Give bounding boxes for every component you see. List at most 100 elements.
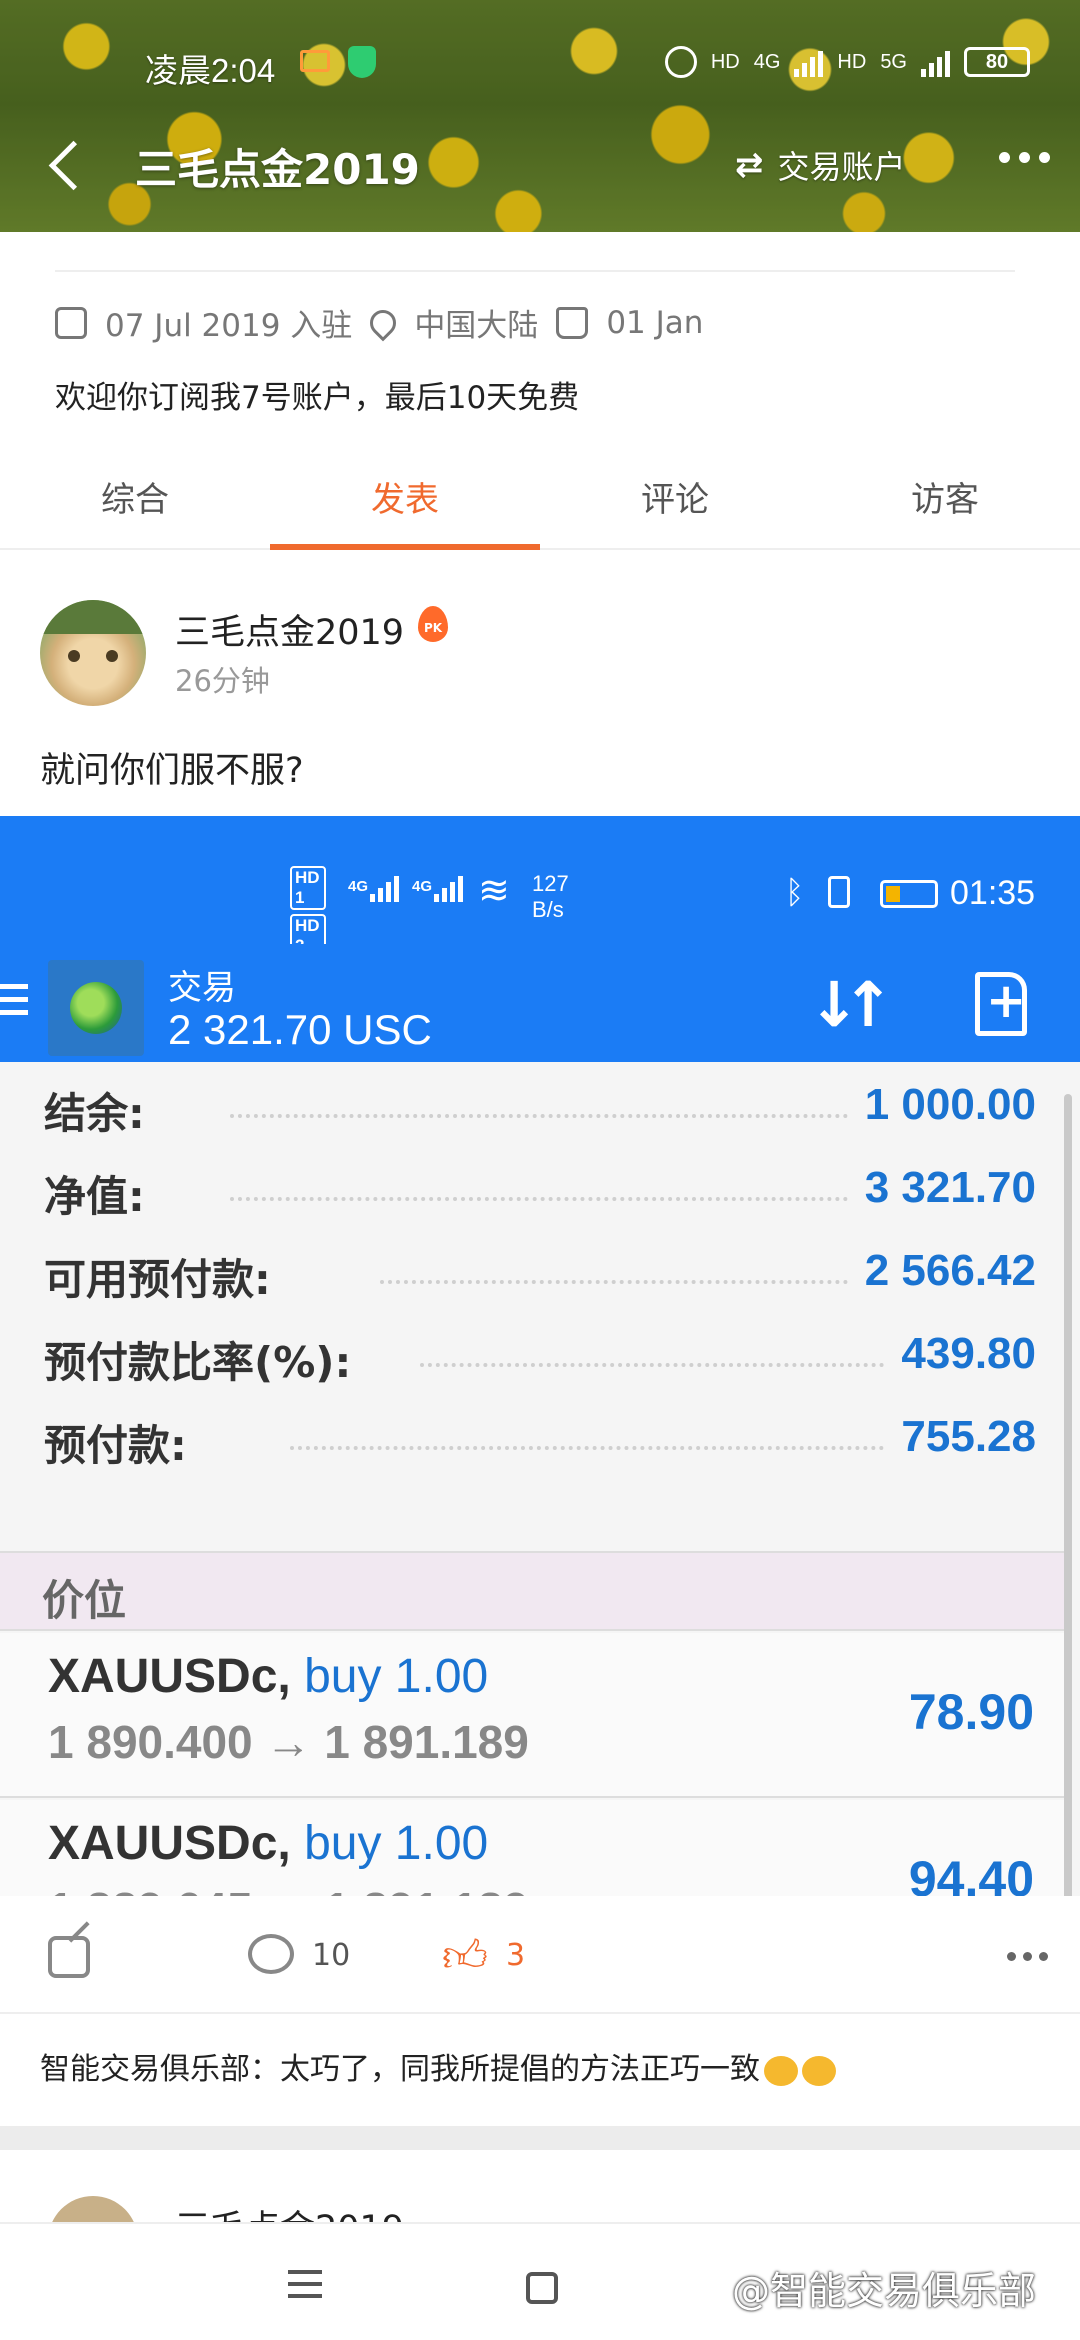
signal-icon	[370, 872, 399, 902]
network-label-hd2: HD	[837, 50, 867, 73]
avatar	[48, 2196, 138, 2222]
bluetooth-icon: ᛒ	[785, 874, 805, 910]
summary-value: 3 321.70	[850, 1163, 1036, 1213]
order-profit: 78.90	[908, 1684, 1034, 1740]
net2-label: 4G	[412, 878, 433, 895]
signal-icon-2	[434, 872, 463, 902]
switch-account-label: 交易账户	[777, 148, 906, 186]
signal-icon	[794, 47, 824, 77]
network-speed: 127 B/s	[532, 871, 569, 923]
shield-icon	[348, 46, 376, 78]
more-options-icon[interactable]	[1007, 1952, 1048, 1961]
speed-unit: B/s	[532, 897, 564, 922]
like-count[interactable]: 3	[506, 1938, 525, 1973]
handshake-emoji-icon	[764, 2055, 798, 2086]
section-header: 价位	[0, 1551, 1070, 1631]
order-symbol: XAUUSDc, buy 1.00	[48, 1816, 488, 1871]
dot-leader	[380, 1280, 880, 1284]
post-separator	[0, 2126, 1080, 2150]
profile-bio: 欢迎你订阅我7号账户，最后10天免费	[55, 380, 580, 416]
order-symbol: XAUUSDc, buy 1.00	[48, 1649, 488, 1704]
speed-value: 127	[532, 871, 569, 896]
tab-posts[interactable]: 发表	[270, 450, 540, 550]
tab-overview[interactable]: 综合	[0, 450, 270, 548]
comment-preview[interactable]: 智能交易俱乐部：太巧了，同我所提倡的方法正巧一致	[40, 2044, 836, 2088]
order-prices: 1 889.645 → 1 891.189	[48, 1882, 529, 1896]
network-label-hd: HD	[710, 50, 740, 73]
summary-row: 可用预付款: 2 566.42	[0, 1232, 1070, 1315]
symbol-name: XAUUSDc,	[48, 1817, 291, 1870]
next-post-preview[interactable]: 三毛点金2019	[40, 2196, 1040, 2222]
summary-value: 1 000.00	[850, 1080, 1036, 1130]
summary-value: 439.80	[887, 1329, 1036, 1379]
order-side: buy 1.00	[304, 1650, 489, 1703]
post-author: 三毛点金2019	[175, 2200, 404, 2222]
post-text: 就问你们服不服?	[40, 751, 304, 791]
watermark: @智能交易俱乐部	[732, 2269, 1037, 2313]
birthday: 01 Jan	[606, 304, 704, 341]
order-prices: 1 890.400 → 1 891.189	[48, 1716, 529, 1768]
section-title: 价位	[42, 1576, 127, 1625]
tab-comments[interactable]: 评论	[540, 450, 810, 548]
network-label-4g: 4G	[753, 50, 781, 73]
summary-value: 2 566.42	[850, 1246, 1036, 1296]
summary-label: 净值:	[44, 1163, 159, 1224]
share-icon[interactable]	[48, 1936, 90, 1978]
hd1-label: HD 1	[290, 866, 326, 910]
back-icon[interactable]	[44, 140, 84, 190]
dot-leader	[230, 1197, 880, 1201]
battery-icon: 80	[964, 47, 1030, 77]
tab-visitors[interactable]: 访客	[810, 450, 1080, 548]
dot-leader	[420, 1363, 900, 1367]
comment-count[interactable]: 10	[312, 1938, 350, 1973]
swap-icon: ⇄	[735, 145, 764, 185]
symbol-name: XAUUSDc,	[48, 1650, 291, 1703]
dot-leader	[230, 1114, 880, 1118]
like-icon[interactable]: 👍︎	[442, 1930, 488, 1983]
summary-row: 净值: 3 321.70	[0, 1149, 1070, 1232]
thumbs-up-emoji-icon	[802, 2055, 836, 2086]
dot-leader	[290, 1446, 900, 1450]
order-row: XAUUSDc, buy 1.00 1 889.645 → 1 891.189 …	[0, 1800, 1070, 1896]
post-author[interactable]: 三毛点金2019	[175, 604, 404, 655]
mt4-title: 交易	[168, 968, 236, 1008]
location-icon	[364, 304, 402, 341]
mail-icon	[300, 50, 330, 72]
status-time: 凌晨2:04	[145, 52, 276, 89]
post-actions: 10 👍︎ 3	[0, 1896, 1080, 2014]
summary-label: 可用预付款:	[44, 1246, 285, 1307]
account-summary: 结余: 1 000.00 净值: 3 321.70 可用预付款: 2 566.4…	[0, 1066, 1070, 1481]
post-time: 26分钟	[175, 664, 270, 698]
summary-value: 755.28	[887, 1412, 1036, 1462]
comment-icon[interactable]	[248, 1934, 294, 1974]
summary-row: 预付款比率(%): 439.80	[0, 1315, 1070, 1398]
more-icon[interactable]	[999, 152, 1050, 163]
location: 中国大陆	[414, 308, 539, 344]
wifi-icon: ≋	[478, 870, 510, 912]
profile-meta: 07 Jul 2019 入驻 中国大陆 01 Jan	[55, 300, 703, 345]
summary-label: 结余:	[44, 1080, 159, 1141]
order-row: XAUUSDc, buy 1.00 1 890.400 → 1 891.189 …	[0, 1633, 1070, 1798]
image-status-bar: HD 1 HD 2 4G 4G ≋ 127 B/s ᛒ 01:35	[0, 816, 1080, 958]
vibrate-icon	[828, 876, 850, 908]
scrollbar	[1064, 1094, 1072, 1896]
top-nav: 三毛点金2019 ⇄ 交易账户	[0, 130, 1080, 200]
page-title: 三毛点金2019	[135, 145, 420, 194]
image-clock: 01:35	[950, 874, 1036, 912]
recent-apps-icon[interactable]	[288, 2270, 322, 2306]
menu-icon	[0, 984, 28, 1023]
post-image[interactable]: HD 1 HD 2 4G 4G ≋ 127 B/s ᛒ 01:35 交易 2 3…	[0, 816, 1080, 1896]
home-icon[interactable]	[526, 2272, 558, 2304]
birthday-icon	[556, 306, 589, 339]
status-indicators: HD 4G HD 5G 80	[664, 46, 1030, 78]
alarm-icon	[664, 46, 697, 78]
net1-label: 4G	[348, 878, 369, 895]
sort-icon: ↓↑	[808, 968, 894, 1041]
signal-icon-2	[921, 47, 950, 77]
summary-row: 预付款: 755.28	[0, 1398, 1070, 1481]
order-side: buy 1.00	[304, 1817, 489, 1870]
switch-account-button[interactable]: ⇄ 交易账户	[735, 142, 906, 188]
battery-icon	[880, 880, 938, 908]
profile-strip	[55, 232, 1015, 272]
avatar[interactable]	[40, 600, 146, 706]
